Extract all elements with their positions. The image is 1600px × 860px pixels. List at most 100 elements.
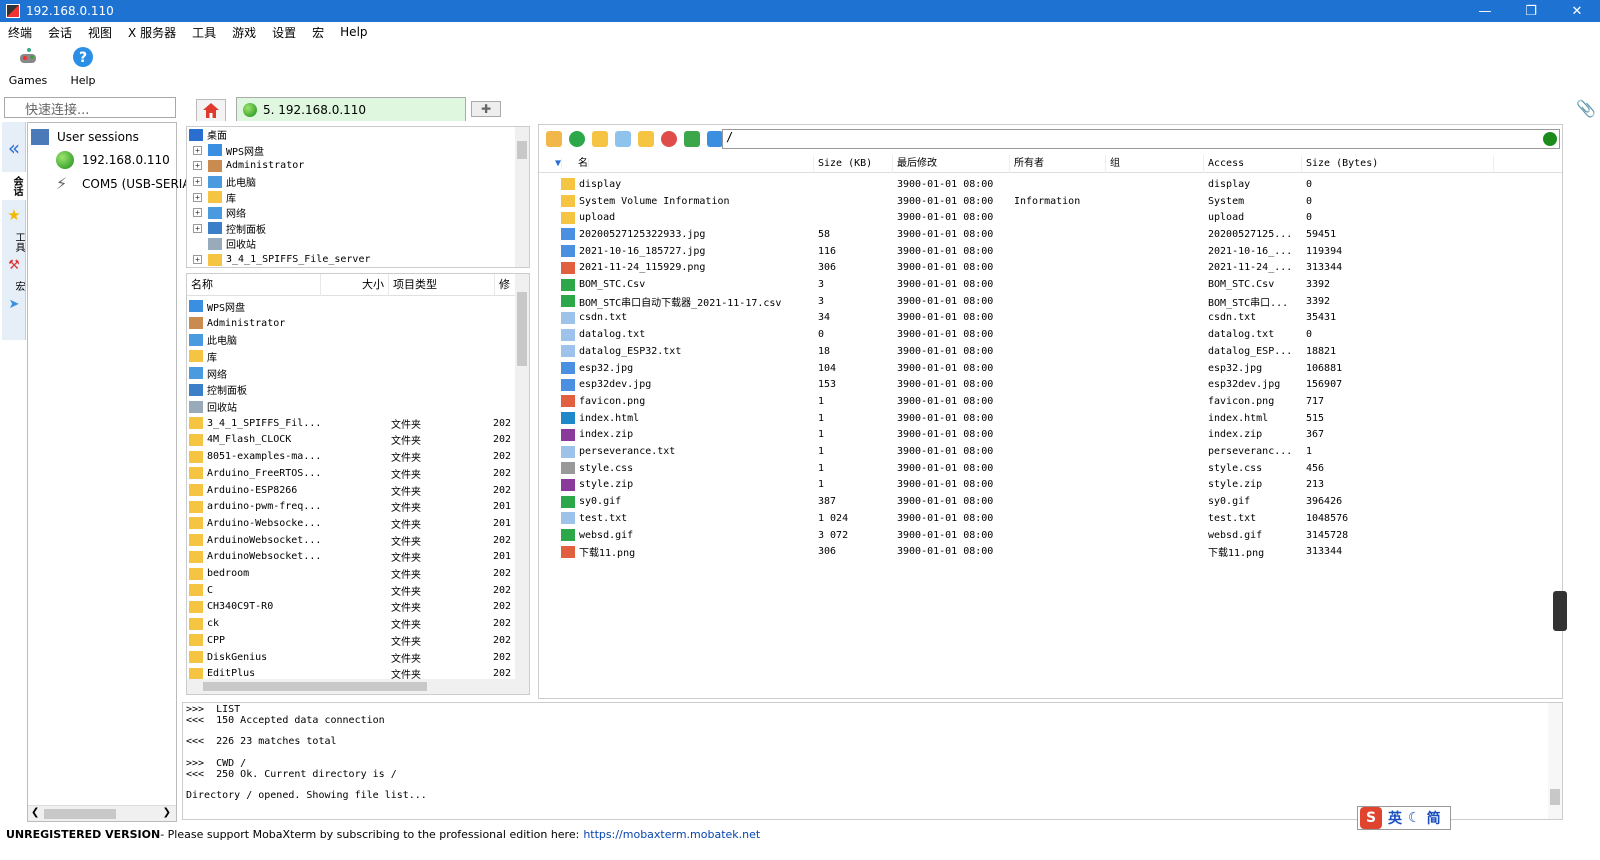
tree-item[interactable]: + Administrator <box>189 158 529 174</box>
new-tab-button[interactable]: ✚ <box>471 101 501 117</box>
scroll-right-icon[interactable]: ❯ <box>163 807 171 818</box>
list-item[interactable]: WPS网盘 <box>189 298 519 315</box>
folder-icon[interactable] <box>638 131 654 147</box>
list-item[interactable]: 回收站 <box>189 398 519 415</box>
menu-help[interactable]: Help <box>332 25 375 39</box>
expand-icon[interactable]: + <box>193 208 202 218</box>
menu-settings[interactable]: 设置 <box>264 24 304 41</box>
list-item[interactable]: ArduinoWebsocket... 文件夹 201 <box>189 549 519 566</box>
file-row[interactable]: index.zip 1 3900-01-01 08:00 index.zip 367 <box>539 427 1562 444</box>
new-file-icon[interactable] <box>615 131 631 147</box>
upload-icon[interactable] <box>684 131 700 147</box>
expand-icon[interactable]: + <box>193 145 202 155</box>
col-modified[interactable]: 修改 <box>495 274 517 296</box>
expand-icon[interactable]: + <box>193 255 202 265</box>
menu-terminal[interactable]: 终端 <box>0 24 40 41</box>
file-row[interactable]: 2021-10-16_185727.jpg 116 3900-01-01 08:00… <box>539 243 1562 260</box>
tree-vscrollbar[interactable] <box>515 127 529 267</box>
file-row[interactable]: BOM_STC串口自动下载器_2021-11-17.csv 3 3900-01-01… <box>539 293 1562 310</box>
side-panel-handle[interactable] <box>1553 591 1567 631</box>
log-vscroll-thumb[interactable] <box>1550 789 1560 805</box>
paperclip-icon[interactable]: 📎 <box>1576 99 1596 118</box>
collapse-sidebar-icon[interactable]: « <box>2 136 26 160</box>
expand-icon[interactable] <box>193 239 202 248</box>
tree-item[interactable]: + 控制面板 <box>189 221 529 237</box>
list-item[interactable]: 8051-examples-ma... 文件夹 202 <box>189 448 519 465</box>
col-group[interactable]: 组 <box>1106 155 1204 173</box>
file-row[interactable]: BOM_STC.Csv 3 3900-01-01 08:00 BOM_STC.Csv 3… <box>539 276 1562 293</box>
menu-view[interactable]: 视图 <box>80 24 120 41</box>
remote-path-input[interactable]: / <box>722 129 1560 149</box>
sessions-hscroll-thumb[interactable] <box>44 809 116 819</box>
file-row[interactable]: 20200527125322933.jpg 58 3900-01-01 08:00 2… <box>539 226 1562 243</box>
restore-button[interactable]: ❐ <box>1508 0 1554 22</box>
tree-item[interactable]: + 库 <box>189 189 529 205</box>
list-item[interactable]: 网络 <box>189 365 519 382</box>
col-type[interactable]: 项目类型 <box>389 274 495 296</box>
session-item[interactable]: ⚡ COM5 (USB-SERIAL <box>56 173 204 195</box>
session-item[interactable]: 192.168.0.110 <box>56 149 204 171</box>
expand-icon[interactable]: + <box>193 223 202 233</box>
list-vscrollbar[interactable] <box>515 274 529 679</box>
expand-icon[interactable]: + <box>193 161 202 171</box>
refresh-icon[interactable] <box>569 131 585 147</box>
list-item[interactable]: Arduino-ESP8266 文件夹 202 <box>189 482 519 499</box>
file-row[interactable]: index.html 1 3900-01-01 08:00 index.html 515 <box>539 410 1562 427</box>
list-item[interactable]: Administrator <box>189 315 519 332</box>
home-tab[interactable] <box>196 99 226 121</box>
minimize-button[interactable]: — <box>1462 0 1508 22</box>
file-row[interactable]: test.txt 1 024 3900-01-01 08:00 test.txt 104… <box>539 510 1562 527</box>
col-name[interactable]: 名称 <box>187 274 321 296</box>
star-icon[interactable]: ★ <box>2 206 26 224</box>
file-row[interactable]: datalog.txt 0 3900-01-01 08:00 datalog.txt 0 <box>539 326 1562 343</box>
file-row[interactable]: display 3900-01-01 08:00 display 0 <box>539 176 1562 193</box>
side-tab-tools[interactable]: 工具 <box>2 232 26 252</box>
list-hscroll-thumb[interactable] <box>203 682 427 691</box>
list-item[interactable]: 控制面板 <box>189 382 519 399</box>
scroll-left-icon[interactable]: ❮ <box>31 807 39 818</box>
menu-tools[interactable]: 工具 <box>184 24 224 41</box>
list-item[interactable]: C 文件夹 202 <box>189 582 519 599</box>
menu-games[interactable]: 游戏 <box>224 24 264 41</box>
file-row[interactable]: perseverance.txt 1 3900-01-01 08:00 perseve… <box>539 443 1562 460</box>
list-item[interactable]: ck 文件夹 202 <box>189 615 519 632</box>
parent-folder-icon[interactable] <box>546 131 562 147</box>
file-row[interactable]: 下载11.png 306 3900-01-01 08:00 下载11.png 31334… <box>539 543 1562 560</box>
col-modified[interactable]: 最后修改 <box>893 155 1010 173</box>
list-item[interactable]: 3_4_1_SPIFFS_Fil... 文件夹 202 <box>189 415 519 432</box>
file-row[interactable]: favicon.png 1 3900-01-01 08:00 favicon.png 7… <box>539 393 1562 410</box>
user-sessions-header[interactable]: User sessions <box>31 126 179 148</box>
tree-item[interactable]: 回收站 <box>189 236 529 252</box>
file-row[interactable]: upload 3900-01-01 08:00 upload 0 <box>539 209 1562 226</box>
col-owner[interactable]: 所有者 <box>1010 155 1106 173</box>
list-item[interactable]: CH340C9T-R0 文件夹 202 <box>189 599 519 616</box>
list-item[interactable]: 此电脑 <box>189 331 519 348</box>
file-row[interactable]: style.css 1 3900-01-01 08:00 style.css 456 <box>539 460 1562 477</box>
list-vscroll-thumb[interactable] <box>517 292 527 366</box>
list-item[interactable]: Arduino-Websocke... 文件夹 201 <box>189 515 519 532</box>
delete-icon[interactable] <box>661 131 677 147</box>
file-row[interactable]: style.zip 1 3900-01-01 08:00 style.zip 213 <box>539 477 1562 494</box>
tree-root[interactable]: 桌面 <box>189 127 529 143</box>
file-row[interactable]: 2021-11-24_115929.png 306 3900-01-01 08:00… <box>539 260 1562 277</box>
menu-xserver[interactable]: X 服务器 <box>120 24 184 41</box>
list-item[interactable]: Arduino_FreeRTOS... 文件夹 202 <box>189 465 519 482</box>
col-size-bytes[interactable]: Size (Bytes) <box>1302 155 1494 173</box>
menu-macros[interactable]: 宏 <box>304 24 332 41</box>
list-item[interactable]: bedroom 文件夹 202 <box>189 565 519 582</box>
file-row[interactable]: esp32dev.jpg 153 3900-01-01 08:00 esp32dev.… <box>539 376 1562 393</box>
list-item[interactable]: arduino-pwm-freq... 文件夹 201 <box>189 498 519 515</box>
mobatek-link[interactable]: https://mobaxterm.mobatek.net <box>583 828 760 841</box>
menu-sessions[interactable]: 会话 <box>40 24 80 41</box>
col-access[interactable]: Access <box>1204 155 1302 173</box>
download-icon[interactable] <box>707 131 723 147</box>
list-item[interactable]: DiskGenius 文件夹 202 <box>189 649 519 666</box>
file-row[interactable]: datalog_ESP32.txt 18 3900-01-01 08:00 datal… <box>539 343 1562 360</box>
sessions-hscrollbar[interactable]: ❮ ❯ <box>28 805 176 821</box>
tree-item[interactable]: + 此电脑 <box>189 174 529 190</box>
help-button[interactable]: ? Help <box>58 46 108 87</box>
log-vscrollbar[interactable] <box>1548 703 1562 819</box>
tree-item[interactable]: + WPS网盘 <box>189 143 529 159</box>
file-row[interactable]: esp32.jpg 104 3900-01-01 08:00 esp32.jpg 106… <box>539 360 1562 377</box>
follow-terminal-icon[interactable] <box>1543 132 1557 146</box>
